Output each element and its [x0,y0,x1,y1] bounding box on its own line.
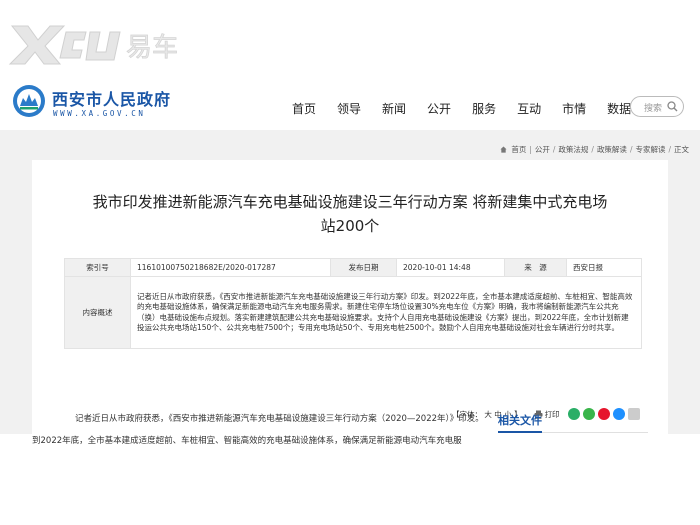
breadcrumb-separator: / [629,145,633,154]
nav-item-news[interactable]: 新闻 [382,100,406,117]
nav-item-data[interactable]: 数据 [607,100,631,117]
blank-area [0,455,700,525]
breadcrumb-policy-interpretation[interactable]: 政策解读 [597,144,627,155]
breadcrumb-separator: | [529,145,532,154]
breadcrumb-policy[interactable]: 政策法规 [558,144,588,155]
article-title: 我市印发推进新能源汽车充电基础设施建设三年行动方案 将新建集中式充电场 站200… [32,190,668,238]
article-title-line1: 我市印发推进新能源汽车充电基础设施建设三年行动方案 将新建集中式充电场 [92,193,608,211]
breadcrumb-separator: / [668,145,671,154]
nav-item-leaders[interactable]: 领导 [337,100,361,117]
article-paragraph: 记者近日从市政府获悉，《西安市推进新能源汽车充电基础设施建设三年行动方案（202… [75,414,484,424]
meta-index-value: 11610100750218682E/2020-017287 [130,258,331,277]
page-body: 首页 | 公开 / 政策法规 / 政策解读 / 专家解读 / 正文 我市印发推进… [0,130,700,434]
site-header: 西安市人民政府 WWW.XA.GOV.CN 首页 领导 新闻 公开 服务 互动 … [0,72,700,130]
related-files-panel: 相关文件 [498,412,648,433]
breadcrumb-home[interactable]: 首页 [511,144,526,155]
yiche-watermark-logo: 易车 [8,25,178,65]
breadcrumb-expert-interpretation[interactable]: 专家解读 [635,144,665,155]
search-icon[interactable] [667,101,678,112]
meta-source-value: 西安日报 [566,258,642,277]
meta-summary-value: 记者近日从市政府获悉，《西安市推进新能源汽车充电基础设施建设三年行动方案》印发。… [130,276,642,349]
nav-item-interaction[interactable]: 互动 [517,100,541,117]
article-meta-table: 索引号 11610100750218682E/2020-017287 发布日期 … [64,258,642,349]
breadcrumb-separator: / [552,145,556,154]
svg-text:易车: 易车 [126,33,178,63]
article-title-line2: 站200个 [320,217,380,235]
nav-item-city-info[interactable]: 市情 [562,100,586,117]
article-paragraph: 到2022年底，全市基本建成适度超前、车桩相宜、智能高效的充电基础设施体系，确保… [32,436,462,446]
site-domain: WWW.XA.GOV.CN [53,109,146,118]
breadcrumb-current: 正文 [674,145,689,154]
nav-item-public[interactable]: 公开 [427,100,451,117]
breadcrumb-public[interactable]: 公开 [535,144,550,155]
breadcrumb: 首页 | 公开 / 政策法规 / 政策解读 / 专家解读 / 正文 [500,144,689,155]
related-files-heading[interactable]: 相关文件 [498,412,648,433]
meta-source-label: 来 源 [504,258,567,277]
article-body: 记者近日从市政府获悉，《西安市推进新能源汽车充电基础设施建设三年行动方案（202… [32,408,486,452]
meta-summary-label: 内容概述 [64,276,131,349]
site-name[interactable]: 西安市人民政府 [52,86,171,110]
nav-item-home[interactable]: 首页 [292,100,316,117]
article-card: 我市印发推进新能源汽车充电基础设施建设三年行动方案 将新建集中式充电场 站200… [32,160,668,434]
meta-date-label: 发布日期 [330,258,397,277]
meta-index-label: 索引号 [64,258,131,277]
home-icon [500,146,507,153]
top-band: 易车 [0,0,700,72]
nav-item-service[interactable]: 服务 [472,100,496,117]
xian-gov-logo-icon[interactable] [12,84,46,118]
search-placeholder: 搜索 [644,104,663,114]
breadcrumb-separator: / [591,145,594,154]
search-input[interactable]: 搜索 [630,96,684,117]
meta-date-value: 2020-10-01 14:48 [396,258,505,277]
main-nav: 首页 领导 新闻 公开 服务 互动 市情 数据 [292,100,631,117]
